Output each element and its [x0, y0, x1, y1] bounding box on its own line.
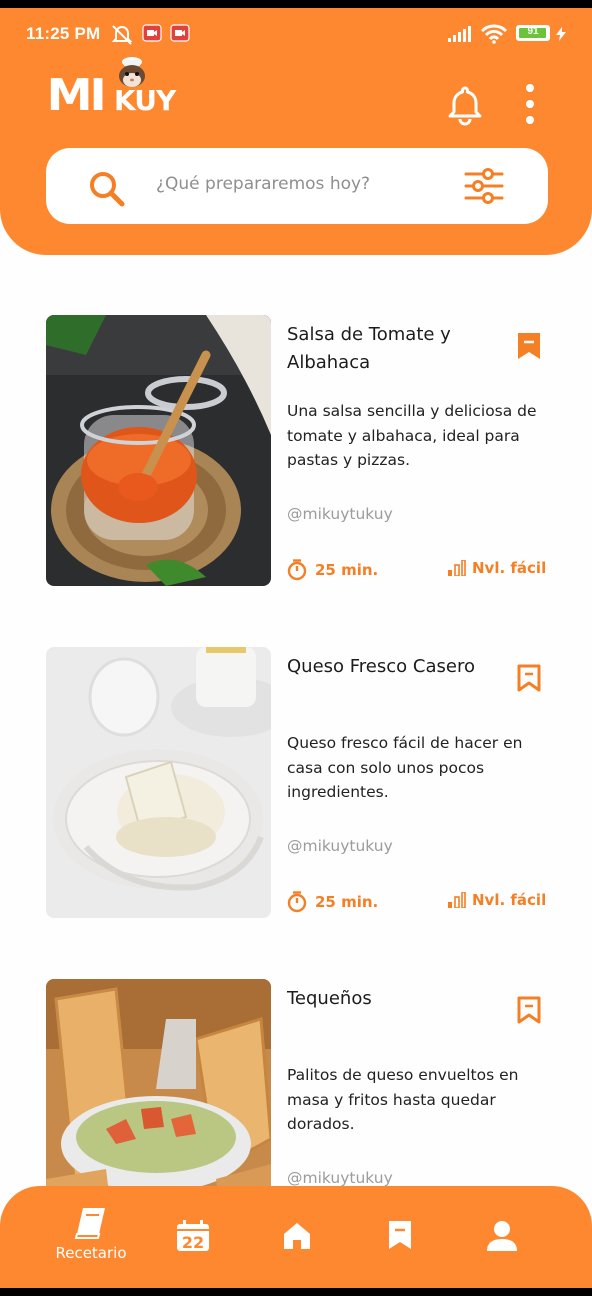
status-bar: 11:25 PM 91 — [0, 8, 592, 58]
bookmark-icon — [389, 1221, 411, 1249]
logo-mi-text: MI — [46, 70, 107, 121]
recipe-title[interactable]: Queso Fresco Casero — [287, 653, 507, 681]
timer-icon — [287, 891, 307, 913]
difficulty-bars-icon — [448, 560, 466, 576]
nav-calendar[interactable]: 22 — [176, 1220, 210, 1260]
video-notification-icon — [142, 24, 162, 42]
recipe-time-text: 25 min. — [315, 893, 379, 911]
filter-sliders-icon[interactable] — [464, 168, 504, 204]
user-profile-icon — [487, 1221, 517, 1251]
recipe-card[interactable]: Salsa de Tomate y Albahaca Una salsa sen… — [46, 315, 556, 587]
search-bar[interactable] — [46, 148, 548, 224]
recipe-image-salsa[interactable] — [46, 315, 271, 586]
logo-kuy-text: KUY — [114, 84, 176, 117]
search-input[interactable] — [156, 174, 436, 194]
video-notification-icon — [170, 24, 190, 42]
battery-level: 91 — [527, 26, 539, 37]
recipe-time: 25 min. — [287, 891, 378, 913]
recipe-book-icon — [74, 1208, 105, 1239]
recipe-description: Queso fresco fácil de hacer en casa con … — [287, 734, 523, 801]
bookmark-filled-icon[interactable] — [516, 331, 542, 361]
recipe-title[interactable]: Tequeños — [287, 985, 487, 1013]
recipe-level: Nvl. fácil — [448, 891, 546, 909]
home-icon — [284, 1223, 310, 1249]
nav-recetario[interactable]: Recetario — [46, 1206, 136, 1266]
bookmark-outline-icon[interactable] — [516, 663, 542, 693]
guinea-pig-mascot-icon — [119, 57, 145, 87]
recipe-author[interactable]: @mikuytukuy — [287, 505, 393, 523]
bookmark-outline-icon[interactable] — [516, 995, 542, 1025]
recipe-description: Palitos de queso envueltos en masa y fri… — [287, 1066, 519, 1133]
recipe-level: Nvl. fácil — [448, 559, 546, 577]
nav-profile[interactable] — [486, 1220, 518, 1260]
recipe-description: Una salsa sencilla y deliciosa de tomate… — [287, 402, 537, 469]
recipe-title[interactable]: Salsa de Tomate y Albahaca — [287, 321, 487, 377]
recipe-author[interactable]: @mikuytukuy — [287, 1169, 393, 1187]
recipe-author[interactable]: @mikuytukuy — [287, 837, 393, 855]
calendar-icon: 22 — [177, 1220, 209, 1252]
battery-indicator: 91 — [516, 25, 550, 41]
recipe-level-text: Nvl. fácil — [472, 891, 547, 909]
recipe-time: 25 min. — [287, 559, 378, 581]
notifications-bell-icon[interactable] — [446, 84, 484, 126]
nav-saved[interactable] — [387, 1220, 413, 1260]
charging-icon — [556, 27, 566, 41]
signal-icon — [448, 26, 471, 42]
recipe-level-text: Nvl. fácil — [472, 559, 547, 577]
search-icon[interactable] — [88, 170, 126, 208]
app-header: 11:25 PM 91 MI KUY ¿Qué prepararemos hoy… — [0, 8, 592, 255]
app-logo: MI KUY — [46, 57, 178, 124]
more-options-icon[interactable] — [519, 82, 541, 126]
difficulty-bars-icon — [448, 892, 466, 908]
nav-home[interactable] — [283, 1222, 311, 1262]
calendar-day: 22 — [182, 1233, 204, 1252]
app-screen: 11:25 PM 91 MI KUY ¿Qué prepararemos hoy… — [0, 8, 592, 1288]
recipe-card[interactable]: Queso Fresco Casero Queso fresco fácil d… — [46, 647, 556, 919]
bottom-navigation: Recetario 22 — [0, 1186, 592, 1288]
recipe-time-text: 25 min. — [315, 561, 379, 579]
timer-icon — [287, 559, 307, 581]
nav-recetario-label: Recetario — [55, 1244, 127, 1262]
recipe-image-queso[interactable] — [46, 647, 271, 918]
wifi-icon — [480, 24, 508, 44]
status-time: 11:25 PM — [26, 24, 101, 43]
mute-notifications-icon — [111, 25, 133, 45]
